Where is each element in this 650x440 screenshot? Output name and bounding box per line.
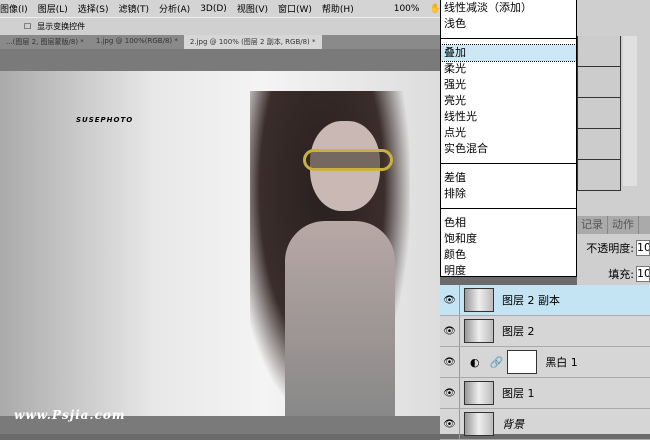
menu-analysis[interactable]: 分析(A) xyxy=(159,2,190,15)
tab-doc-1[interactable]: ...(图层 2, 图层蒙版/8) * xyxy=(0,35,90,49)
blend-hue[interactable]: 色相 xyxy=(441,215,576,231)
opacity-control: 不透明度: 10 xyxy=(586,240,650,256)
divider xyxy=(441,208,576,209)
layer-thumbnail xyxy=(464,381,494,405)
panel-scrollbar[interactable] xyxy=(623,36,637,186)
blend-lighter-color[interactable]: 浅色 xyxy=(441,16,576,32)
layer-name: 图层 2 副本 xyxy=(502,294,560,307)
blend-overlay[interactable]: 叠加 xyxy=(440,44,577,62)
layer-row[interactable]: 👁 ◐ 🔗 黑白 1 xyxy=(440,347,650,378)
blend-linear-dodge[interactable]: 线性减淡（添加） xyxy=(441,0,576,16)
tab-history[interactable]: 记录 xyxy=(577,216,608,234)
blend-hard-light[interactable]: 强光 xyxy=(441,77,576,93)
swatch-grid xyxy=(577,36,621,196)
zoom-select[interactable]: 100% xyxy=(394,4,420,14)
show-transform-checkbox[interactable]: ☐ xyxy=(24,22,31,31)
fill-control: 填充: 10 xyxy=(608,266,650,282)
opacity-input[interactable]: 10 xyxy=(636,240,650,256)
photo-logo: SUSEPHOTO xyxy=(76,116,134,124)
canvas-area[interactable]: SUSEPHOTO www.Psjia.com xyxy=(0,49,440,434)
layer-name: 黑白 1 xyxy=(545,356,578,369)
blend-pin-light[interactable]: 点光 xyxy=(441,125,576,141)
photo: SUSEPHOTO www.Psjia.com xyxy=(0,71,440,422)
show-transform-label: 显示变换控件 xyxy=(37,22,86,31)
layers-list: 👁 图层 2 副本 👁 图层 2 👁 ◐ 🔗 黑白 1 👁 图层 1 👁 背景 xyxy=(440,285,650,440)
layer-row[interactable]: 👁 图层 1 xyxy=(440,378,650,409)
menu-select[interactable]: 选择(S) xyxy=(78,2,109,15)
tab-actions[interactable]: 动作 xyxy=(608,216,639,234)
layer-thumbnail xyxy=(464,412,494,436)
blend-exclusion[interactable]: 排除 xyxy=(441,186,576,202)
blend-mode-dropdown: 线性减淡（添加） 浅色 叠加 柔光 强光 亮光 线性光 点光 实色混合 差值 排… xyxy=(440,0,577,277)
layer-name: 图层 1 xyxy=(502,387,535,400)
eye-icon[interactable]: 👁 xyxy=(440,409,460,439)
layer-thumbnail xyxy=(464,319,494,343)
layer-name: 图层 2 xyxy=(502,325,535,338)
blend-difference[interactable]: 差值 xyxy=(441,170,576,186)
sunglasses xyxy=(303,149,393,171)
layer-thumbnail xyxy=(464,288,494,312)
tab-doc-2[interactable]: 1.jpg @ 100%(RGB/8) * xyxy=(90,35,184,49)
layer-name: 背景 xyxy=(502,418,524,431)
eye-icon[interactable]: 👁 xyxy=(440,316,460,346)
eye-icon[interactable]: 👁 xyxy=(440,347,460,377)
eye-icon[interactable]: 👁 xyxy=(440,285,460,315)
eye-icon[interactable]: 👁 xyxy=(440,378,460,408)
fill-input[interactable]: 10 xyxy=(636,266,650,282)
divider xyxy=(441,163,576,164)
layer-row[interactable]: 👁 图层 2 xyxy=(440,316,650,347)
menu-help[interactable]: 帮助(H) xyxy=(322,2,354,15)
adjustment-icon: ◐ xyxy=(470,355,480,369)
watermark: www.Psjia.com xyxy=(14,408,126,422)
link-icon[interactable]: 🔗 xyxy=(490,356,504,369)
blend-linear-light[interactable]: 线性光 xyxy=(441,109,576,125)
menu-window[interactable]: 窗口(W) xyxy=(278,2,312,15)
blend-saturation[interactable]: 饱和度 xyxy=(441,231,576,247)
blend-color[interactable]: 颜色 xyxy=(441,247,576,263)
layer-row[interactable]: 👁 图层 2 副本 xyxy=(440,285,650,316)
hand-icon[interactable]: ✋ xyxy=(429,4,440,14)
blend-hard-mix[interactable]: 实色混合 xyxy=(441,141,576,157)
blend-soft-light[interactable]: 柔光 xyxy=(441,61,576,77)
mask-thumbnail xyxy=(507,350,538,374)
blend-luminosity[interactable]: 明度 xyxy=(441,263,576,279)
menu-view[interactable]: 视图(V) xyxy=(237,2,268,15)
fill-label: 填充: xyxy=(608,268,634,281)
menu-3d[interactable]: 3D(D) xyxy=(200,4,227,14)
menu-filter[interactable]: 滤镜(T) xyxy=(118,2,149,15)
layer-row[interactable]: 👁 背景 xyxy=(440,409,650,440)
divider xyxy=(441,38,576,39)
figure xyxy=(285,221,395,416)
opacity-label: 不透明度: xyxy=(586,242,634,255)
blend-vivid-light[interactable]: 亮光 xyxy=(441,93,576,109)
tab-doc-3[interactable]: 2.jpg @ 100% (图层 2 副本, RGB/8) * xyxy=(183,35,322,49)
document-tabs: ...(图层 2, 图层蒙版/8) * 1.jpg @ 100%(RGB/8) … xyxy=(0,35,440,49)
panel-tabs: 记录 动作 xyxy=(577,216,650,234)
menu-layer[interactable]: 图层(L) xyxy=(38,2,68,15)
menu-image[interactable]: 图像(I) xyxy=(0,2,28,15)
